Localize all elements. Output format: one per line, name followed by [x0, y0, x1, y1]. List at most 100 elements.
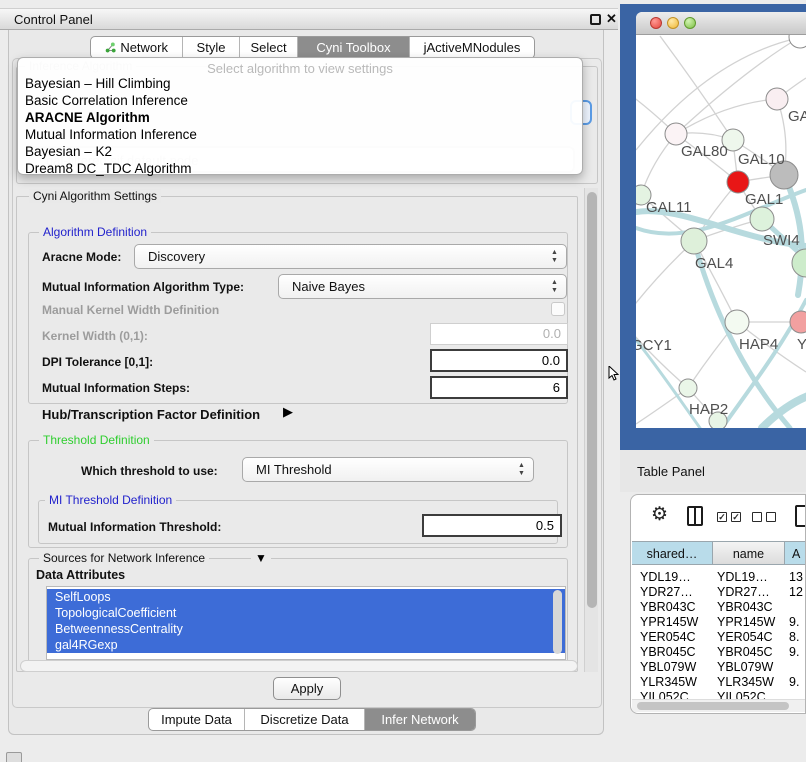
close-window-icon[interactable] [650, 17, 662, 29]
node[interactable] [789, 35, 806, 48]
tab-style-label: Style [197, 40, 226, 55]
tab-impute-data[interactable]: Impute Data [149, 709, 245, 730]
cell[interactable]: YLR345W [717, 675, 783, 689]
network-window[interactable]: GAL GAL80 GAL10 GAL1 GAL11 SWI4 GAL4 GCY… [636, 12, 806, 428]
mi-threshold-field[interactable]: 0.5 [422, 514, 562, 537]
tab-infer-network[interactable]: Infer Network [365, 709, 475, 730]
column-header-partial[interactable]: A [785, 541, 806, 565]
cell[interactable]: YDL19… [640, 570, 710, 584]
node[interactable] [792, 249, 806, 277]
kernel-width-field[interactable]: 0.0 [430, 323, 568, 345]
hub-definition-label[interactable]: Hub/Transcription Factor Definition [42, 407, 260, 422]
cell[interactable]: YLR345W [640, 675, 710, 689]
cell[interactable]: YBL079W [640, 660, 710, 674]
aracne-mode-combobox[interactable]: Discovery ▲▼ [134, 244, 567, 269]
table-hscrollbar[interactable] [632, 699, 806, 712]
data-attributes-list[interactable]: SelfLoops TopologicalCoefficient Between… [46, 586, 566, 660]
algorithm-option[interactable]: Dream8 DC_TDC Algorithm [22, 160, 572, 177]
cell[interactable]: YER054C [640, 630, 710, 644]
select-all-checkbox-icon[interactable]: ✓ [731, 512, 741, 522]
table-settings-gear-icon[interactable]: ⚙ [651, 503, 668, 526]
table-mode-icon[interactable] [795, 505, 806, 527]
mi-steps-field[interactable]: 6 [430, 376, 568, 399]
cell[interactable]: 12 [789, 585, 806, 599]
column-header-shared[interactable]: shared… [632, 541, 713, 565]
deselect-all-checkbox-icon[interactable] [752, 512, 762, 522]
cell[interactable]: 9. [789, 645, 806, 659]
node-swi4[interactable] [750, 207, 774, 231]
zoom-window-icon[interactable] [684, 17, 696, 29]
hub-expand-arrow-icon[interactable]: ▶ [283, 404, 293, 420]
cell[interactable]: YPR145W [640, 615, 710, 629]
cell[interactable]: YDR27… [717, 585, 783, 599]
mi-type-label: Mutual Information Algorithm Type: [42, 280, 244, 294]
network-canvas[interactable]: GAL GAL80 GAL10 GAL1 GAL11 SWI4 GAL4 GCY… [636, 35, 806, 428]
cell[interactable]: YER054C [717, 630, 783, 644]
node-gal1-selected[interactable] [727, 171, 749, 193]
cell[interactable]: YIL052C [640, 690, 710, 699]
cell[interactable] [789, 690, 806, 699]
network-window-titlebar[interactable] [636, 12, 806, 35]
minimize-window-icon[interactable] [667, 17, 679, 29]
close-panel-icon[interactable]: ✕ [606, 11, 617, 27]
column-layout-icon[interactable] [687, 506, 703, 526]
cell[interactable]: YBR043C [717, 600, 783, 614]
mi-type-combobox[interactable]: Naive Bayes ▲▼ [278, 274, 567, 299]
aracne-mode-label: Aracne Mode: [42, 250, 121, 264]
node-salmon[interactable] [790, 311, 806, 333]
sources-collapse-arrow-icon[interactable]: ▼ [251, 551, 271, 565]
table-hscrollbar-thumb[interactable] [637, 702, 789, 710]
node-gal4[interactable] [681, 228, 707, 254]
settings-hscrollbar[interactable] [20, 660, 578, 672]
algorithm-option-selected[interactable]: ARACNE Algorithm [22, 109, 572, 126]
cell[interactable]: YBR045C [717, 645, 783, 659]
node-hap4[interactable] [725, 310, 749, 334]
settings-vscrollbar-thumb[interactable] [587, 192, 597, 608]
list-item[interactable]: SelfLoops [47, 589, 565, 605]
settings-vscrollbar[interactable] [584, 188, 598, 672]
tab-network[interactable]: Network [91, 37, 183, 58]
cell[interactable]: YBR045C [640, 645, 710, 659]
which-threshold-combobox[interactable]: MI Threshold ▲▼ [242, 457, 534, 482]
node-gal80[interactable] [665, 123, 687, 145]
cell[interactable]: YDL19… [717, 570, 783, 584]
cell[interactable]: 13 [789, 570, 806, 584]
tab-select[interactable]: Select [240, 37, 298, 58]
cell[interactable]: YDR27… [640, 585, 710, 599]
column-header-name[interactable]: name [713, 541, 785, 565]
list-item[interactable]: BetweennessCentrality [47, 621, 565, 637]
cell[interactable]: YIL052C [717, 690, 783, 699]
algorithm-option[interactable]: Mutual Information Inference [22, 126, 572, 143]
tab-jactivemnodules[interactable]: jActiveMNodules [410, 37, 534, 58]
tab-style[interactable]: Style [183, 37, 240, 58]
algorithm-option[interactable]: Basic Correlation Inference [22, 92, 572, 109]
dpi-tolerance-field[interactable]: 0.0 [430, 349, 568, 372]
cell[interactable]: 9. [789, 615, 806, 629]
algorithm-option[interactable]: Bayesian – Hill Climbing [22, 75, 572, 92]
select-all-checkbox-icon[interactable]: ✓ [717, 512, 727, 522]
algorithm-option[interactable]: Bayesian – K2 [22, 143, 572, 160]
node-hap2[interactable] [679, 379, 697, 397]
dpi-tolerance-label: DPI Tolerance [0,1]: [42, 355, 153, 369]
cell[interactable]: YBR043C [640, 600, 710, 614]
node-label: HAP2 [689, 401, 728, 418]
cell[interactable]: 8. [789, 630, 806, 644]
cell[interactable]: YPR145W [717, 615, 783, 629]
apply-button[interactable]: Apply [273, 677, 341, 700]
tab-jactivemnodules-label: jActiveMNodules [424, 40, 521, 55]
cell[interactable]: 9. [789, 675, 806, 689]
list-scrollbar-thumb[interactable] [553, 590, 562, 654]
deselect-all-checkbox-icon[interactable] [766, 512, 776, 522]
tab-cyni-toolbox[interactable]: Cyni Toolbox [298, 37, 410, 58]
cell[interactable]: YBL079W [717, 660, 783, 674]
node[interactable] [766, 88, 788, 110]
control-panel-tabbar: Network Style Select Cyni Toolbox jActiv… [90, 36, 535, 59]
list-item[interactable]: gal4RGexp [47, 637, 565, 653]
combo-arrows-icon: ▲▼ [517, 462, 526, 478]
manual-kernel-checkbox[interactable] [551, 302, 565, 316]
minimized-panel-icon[interactable] [6, 752, 22, 762]
list-item[interactable]: TopologicalCoefficient [47, 605, 565, 621]
tab-discretize-data[interactable]: Discretize Data [245, 709, 365, 730]
mi-threshold-label: Mutual Information Threshold: [48, 520, 221, 534]
float-panel-icon[interactable] [590, 14, 601, 25]
